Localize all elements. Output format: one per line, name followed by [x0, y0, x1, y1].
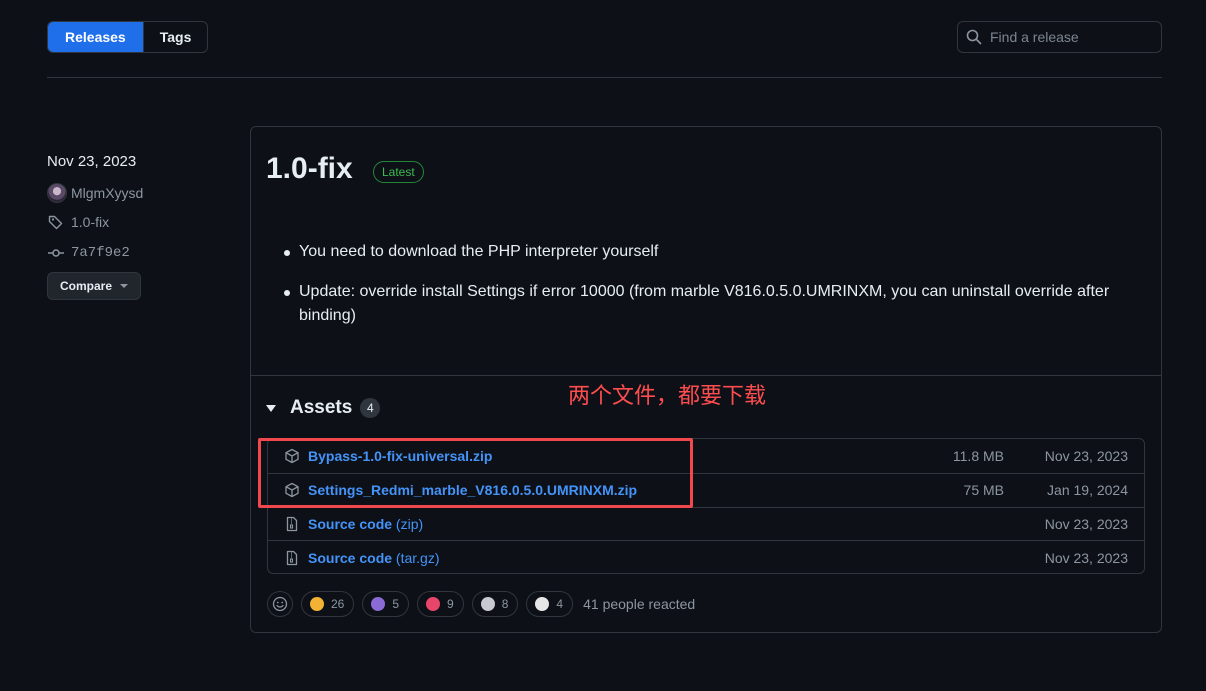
header-divider: [47, 77, 1162, 78]
git-commit-icon: [47, 245, 65, 261]
asset-date: Nov 23, 2023: [1044, 549, 1128, 566]
asset-date: Nov 23, 2023: [1044, 447, 1128, 464]
release-divider: [251, 375, 1161, 376]
heart-icon: [426, 597, 441, 611]
tab-tags[interactable]: Tags: [142, 22, 208, 52]
reaction-summary: 41 people reacted: [583, 596, 696, 612]
commit-hash: 7a7f9e2: [71, 245, 130, 261]
latest-badge: Latest: [373, 161, 424, 183]
search-input[interactable]: [990, 29, 1150, 45]
tada-icon: [371, 597, 386, 611]
release-date: Nov 23, 2023: [47, 153, 137, 170]
compare-button[interactable]: Compare: [47, 272, 142, 300]
asset-link[interactable]: Source code (tar.gz): [308, 550, 440, 566]
reaction-thumbs-up[interactable]: 26: [301, 591, 355, 617]
author-name: MlgmXyysd: [71, 185, 144, 201]
thumbs-up-icon: [310, 597, 324, 611]
assets-toggle[interactable]: Assets 4: [266, 397, 381, 419]
tag-name: 1.0-fix: [71, 214, 110, 230]
add-reaction-button[interactable]: [267, 591, 293, 617]
release-title[interactable]: 1.0-fix: [266, 152, 353, 186]
tag-link[interactable]: 1.0-fix: [47, 214, 109, 230]
asset-row: Source code (tar.gz) Nov 23, 2023: [268, 540, 1144, 573]
bullet-icon: [284, 290, 290, 296]
reaction-heart[interactable]: 9: [417, 591, 464, 617]
asset-link[interactable]: Source code (zip): [308, 516, 423, 532]
release-tabs: Releases Tags: [47, 21, 209, 53]
rocket-icon: [480, 597, 495, 611]
release-note-item: You need to download the PHP interpreter…: [284, 240, 1124, 264]
search-icon: [966, 29, 982, 45]
assets-title: Assets: [290, 397, 353, 418]
author-link[interactable]: MlgmXyysd: [47, 183, 143, 203]
reaction-rocket[interactable]: 8: [471, 591, 519, 617]
annotation-text: 两个文件，都要下载: [568, 384, 767, 409]
asset-size: 75 MB: [963, 482, 1004, 499]
asset-row: Source code (zip) Nov 23, 2023: [268, 506, 1144, 541]
bullet-icon: [284, 250, 290, 256]
caret-down-icon: [120, 284, 129, 288]
compare-label: Compare: [60, 279, 113, 293]
annotation-highlight-box: [258, 438, 693, 508]
reaction-eyes[interactable]: 4: [526, 591, 574, 617]
asset-size: 11.8 MB: [952, 447, 1004, 464]
tab-releases[interactable]: Releases: [48, 22, 143, 52]
assets-count: 4: [360, 398, 381, 418]
eyes-icon: [535, 597, 550, 611]
asset-date: Jan 19, 2024: [1047, 482, 1128, 499]
triangle-down-icon: [266, 404, 276, 412]
find-release-search[interactable]: [957, 21, 1162, 53]
commit-link[interactable]: 7a7f9e2: [47, 245, 130, 261]
reactions-bar: 26 5 9 8 4 41 people reacted: [267, 591, 695, 617]
avatar: [47, 183, 67, 203]
file-zip-icon: [286, 516, 298, 532]
smiley-icon: [272, 596, 288, 612]
release-note-item: Update: override install Settings if err…: [284, 280, 1124, 328]
file-zip-icon: [286, 550, 298, 565]
tag-icon: [47, 214, 65, 230]
asset-date: Nov 23, 2023: [1044, 515, 1128, 532]
reaction-tada[interactable]: 5: [362, 591, 410, 617]
